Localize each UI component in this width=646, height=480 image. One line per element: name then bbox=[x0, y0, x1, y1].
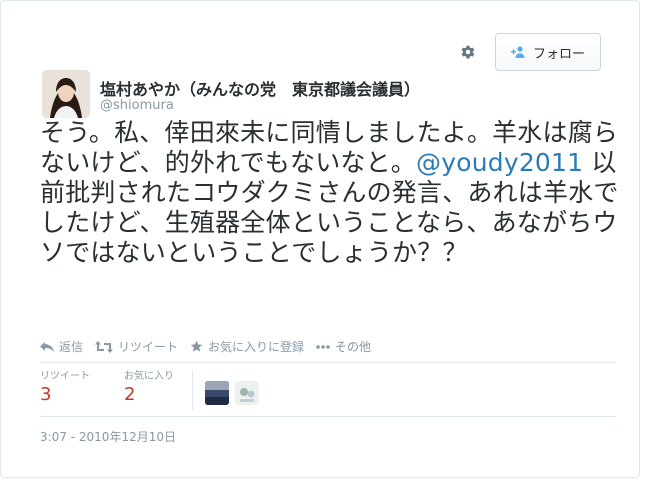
favorite-label: お気に入りに登録 bbox=[208, 340, 305, 354]
stats-separator bbox=[192, 370, 193, 410]
star-icon bbox=[190, 340, 203, 352]
favoriter-avatar[interactable] bbox=[235, 381, 259, 405]
timestamp[interactable]: 3:07 - 2010年12月10日 bbox=[40, 428, 176, 445]
more-action[interactable]: その他 bbox=[316, 338, 371, 355]
top-actions: フォロー bbox=[459, 33, 601, 71]
add-user-icon bbox=[510, 46, 525, 58]
retweet-action[interactable]: リツイート bbox=[95, 338, 178, 355]
retweet-label: リツイート bbox=[118, 340, 179, 354]
retweet-stat[interactable]: リツイート 3 bbox=[40, 370, 90, 410]
reply-icon bbox=[40, 341, 54, 352]
avatar[interactable] bbox=[42, 70, 90, 118]
user-handle[interactable]: @shiomura bbox=[100, 98, 174, 113]
favoriter-avatar-image bbox=[235, 381, 259, 405]
reply-action[interactable]: 返信 bbox=[40, 338, 83, 355]
favorite-count: 2 bbox=[124, 384, 136, 405]
favoriter-avatar-image bbox=[205, 381, 229, 405]
retweet-count-label: リツイート bbox=[40, 371, 90, 382]
retweet-count: 3 bbox=[40, 384, 52, 405]
display-name[interactable]: 塩村あやか（みんなの党 東京都議会議員） bbox=[100, 76, 420, 100]
divider-bottom bbox=[40, 416, 616, 417]
favorite-action[interactable]: お気に入りに登録 bbox=[190, 338, 304, 355]
tweet-actions: 返信 リツイート お気に入りに登録 その他 bbox=[40, 338, 383, 355]
tweet-text: そう。私、倖田來未に同情しましたよ。羊水は腐らないけど、的外れでもないなと。@y… bbox=[40, 118, 620, 268]
more-label: その他 bbox=[335, 340, 372, 354]
follow-label: フォロー bbox=[532, 46, 585, 62]
tweet-stats: リツイート 3 お気に入り 2 bbox=[40, 370, 265, 410]
favorite-count-label: お気に入り bbox=[124, 371, 174, 382]
favorite-stat[interactable]: お気に入り 2 bbox=[124, 370, 174, 410]
retweet-icon bbox=[95, 340, 114, 353]
divider-top bbox=[40, 362, 616, 363]
follow-button[interactable]: フォロー bbox=[495, 33, 601, 71]
reply-label: 返信 bbox=[59, 340, 84, 354]
mention-link[interactable]: @youdy2011 bbox=[416, 148, 583, 177]
gear-icon[interactable] bbox=[459, 43, 477, 61]
favoriter-avatars bbox=[205, 370, 265, 410]
more-icon bbox=[316, 344, 330, 349]
favoriter-avatar[interactable] bbox=[205, 381, 229, 405]
avatar-image bbox=[42, 70, 90, 118]
